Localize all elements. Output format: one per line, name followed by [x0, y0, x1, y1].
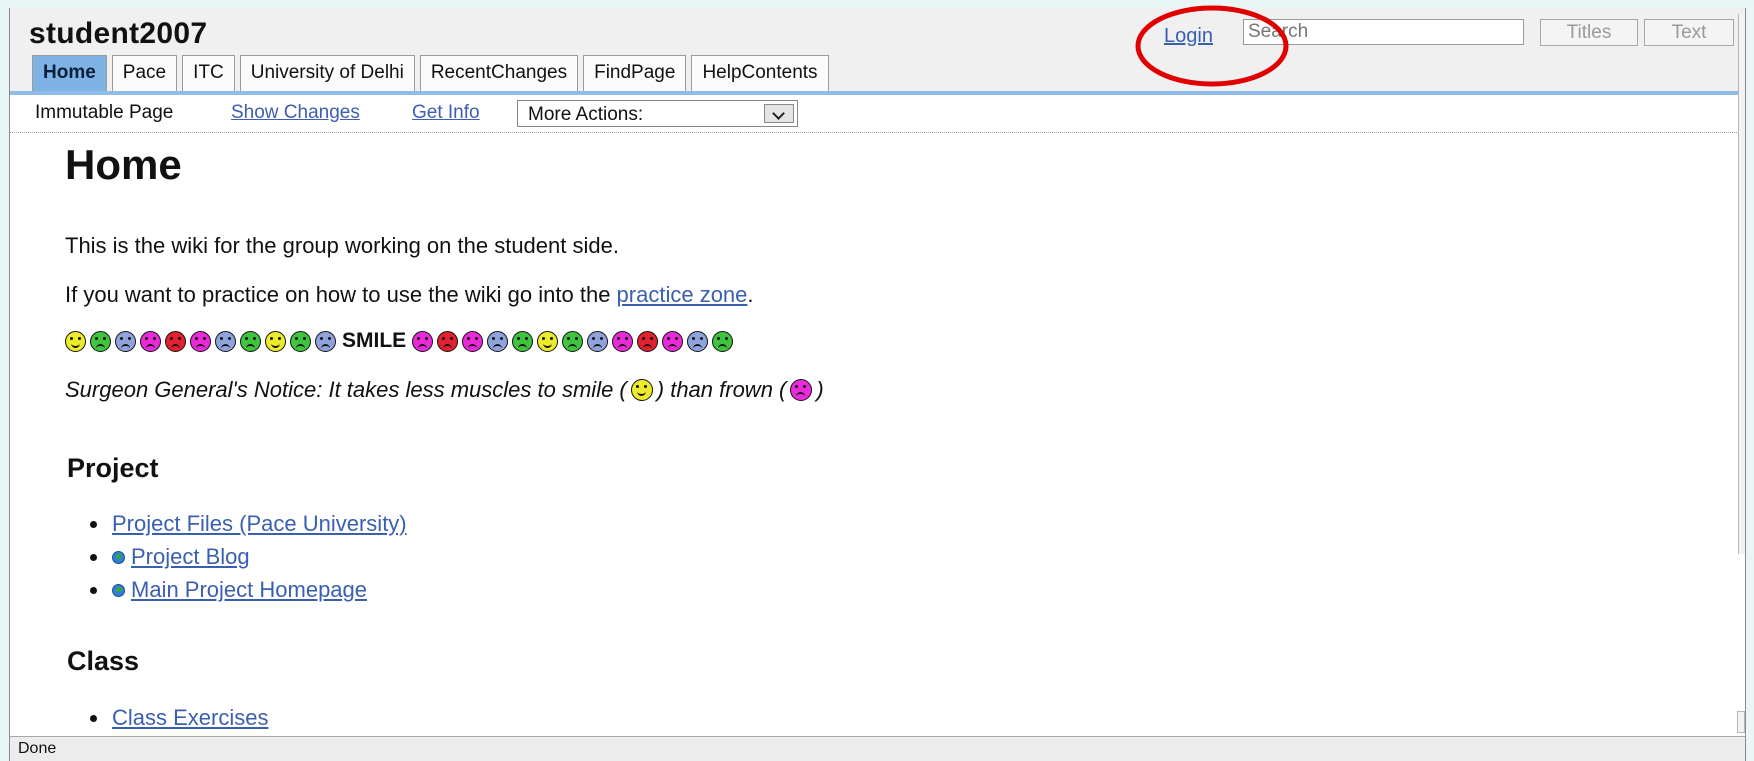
sad-emoticon-icon	[687, 330, 709, 352]
scrollbar-arrow[interactable]	[1737, 711, 1745, 733]
sad-emoticon-icon	[462, 330, 484, 352]
annotation-circle	[1135, 5, 1289, 87]
page-title: Home	[65, 141, 182, 188]
tab-findpage[interactable]: FindPage	[583, 55, 687, 91]
chevron-down-icon[interactable]	[764, 104, 794, 123]
immutable-page-label: Immutable Page	[35, 102, 174, 123]
list-item: Main Project Homepage	[90, 573, 407, 606]
more-actions-label: More Actions:	[528, 104, 644, 125]
sad-emoticon-icon	[215, 330, 236, 352]
project-blog-link[interactable]: Project Blog	[131, 544, 250, 569]
sad-emoticon-icon	[140, 330, 161, 352]
practice-suffix: .	[747, 282, 754, 307]
practice-paragraph: If you want to practice on how to use th…	[65, 282, 754, 308]
angry-emoticon-icon	[637, 330, 659, 352]
notice-text-1: Surgeon General's Notice: It takes less …	[65, 377, 627, 402]
sad-emoticon-icon	[115, 330, 136, 352]
sad-emoticon-icon	[487, 330, 509, 352]
devil-emoticon-icon	[712, 330, 734, 352]
globe-icon	[112, 551, 125, 564]
smiley-row: SMILE	[65, 329, 737, 353]
page-content: Home This is the wiki for the group work…	[65, 140, 1665, 730]
list-item: Class Exercises	[89, 701, 268, 734]
smileys-after	[412, 330, 737, 352]
smile-word: SMILE	[342, 329, 407, 352]
show-changes-link[interactable]: Show Changes	[231, 102, 360, 124]
vertical-scrollbar[interactable]	[1738, 14, 1745, 554]
globe-icon	[112, 584, 125, 597]
devil-emoticon-icon	[512, 330, 534, 352]
devil-emoticon-icon	[90, 330, 111, 352]
sad-emoticon-icon	[412, 330, 434, 352]
notice-text-2: ) than frown (	[656, 377, 787, 402]
class-exercises-link[interactable]: Class Exercises	[112, 705, 268, 730]
class-links-list: Class Exercises	[89, 701, 268, 734]
project-links-list: Project Files (Pace University) Project …	[90, 507, 407, 606]
sad-emoticon-icon	[587, 330, 609, 352]
frown-emoticon-icon	[790, 379, 813, 401]
browser-window: student2007 Login Titles Text Home Pace …	[9, 8, 1746, 761]
tab-helpcontents[interactable]: HelpContents	[691, 55, 829, 91]
smile-emoticon-icon	[630, 379, 653, 401]
sad-emoticon-icon	[612, 330, 634, 352]
site-name[interactable]: student2007	[29, 17, 207, 51]
nav-tabs: Home Pace ITC University of Delhi Recent…	[32, 55, 829, 91]
tab-recentchanges[interactable]: RecentChanges	[419, 55, 579, 91]
tab-home[interactable]: Home	[32, 55, 107, 91]
angry-emoticon-icon	[165, 330, 186, 352]
happy-emoticon-icon	[265, 330, 286, 352]
sad-emoticon-icon	[315, 330, 336, 352]
angry-emoticon-icon	[437, 330, 459, 352]
happy-emoticon-icon	[65, 330, 86, 352]
project-heading: Project	[67, 453, 159, 483]
wiki-header: student2007 Login Titles Text Home Pace …	[10, 8, 1745, 92]
class-heading: Class	[67, 646, 140, 676]
project-files-link[interactable]: Project Files (Pace University)	[112, 511, 407, 536]
list-item: Project Files (Pace University)	[90, 507, 407, 540]
sad-emoticon-icon	[190, 330, 211, 352]
practice-zone-link[interactable]: practice zone	[617, 282, 748, 307]
surgeon-general-notice: Surgeon General's Notice: It takes less …	[65, 377, 824, 403]
devil-emoticon-icon	[290, 330, 311, 352]
list-item: Project Blog	[90, 540, 407, 573]
practice-prefix: If you want to practice on how to use th…	[65, 282, 617, 307]
text-button[interactable]: Text	[1644, 19, 1734, 46]
get-info-link[interactable]: Get Info	[412, 102, 480, 124]
page-actions-bar: Immutable Page Show Changes Get Info Mor…	[10, 95, 1745, 133]
sad-emoticon-icon	[662, 330, 684, 352]
devil-emoticon-icon	[240, 330, 261, 352]
tab-university-of-delhi[interactable]: University of Delhi	[239, 55, 415, 91]
notice-text-3: )	[816, 377, 824, 402]
titles-button[interactable]: Titles	[1540, 19, 1638, 46]
tab-itc[interactable]: ITC	[182, 55, 235, 91]
tab-pace[interactable]: Pace	[111, 55, 178, 91]
more-actions-select[interactable]: More Actions:	[517, 100, 798, 127]
smileys-before	[65, 330, 340, 352]
happy-emoticon-icon	[537, 330, 559, 352]
main-project-homepage-link[interactable]: Main Project Homepage	[131, 577, 367, 602]
devil-emoticon-icon	[562, 330, 584, 352]
status-bar: Done	[10, 736, 1745, 761]
intro-paragraph: This is the wiki for the group working o…	[65, 233, 619, 258]
annotation-ellipse	[1135, 5, 1289, 87]
status-text: Done	[18, 740, 57, 757]
